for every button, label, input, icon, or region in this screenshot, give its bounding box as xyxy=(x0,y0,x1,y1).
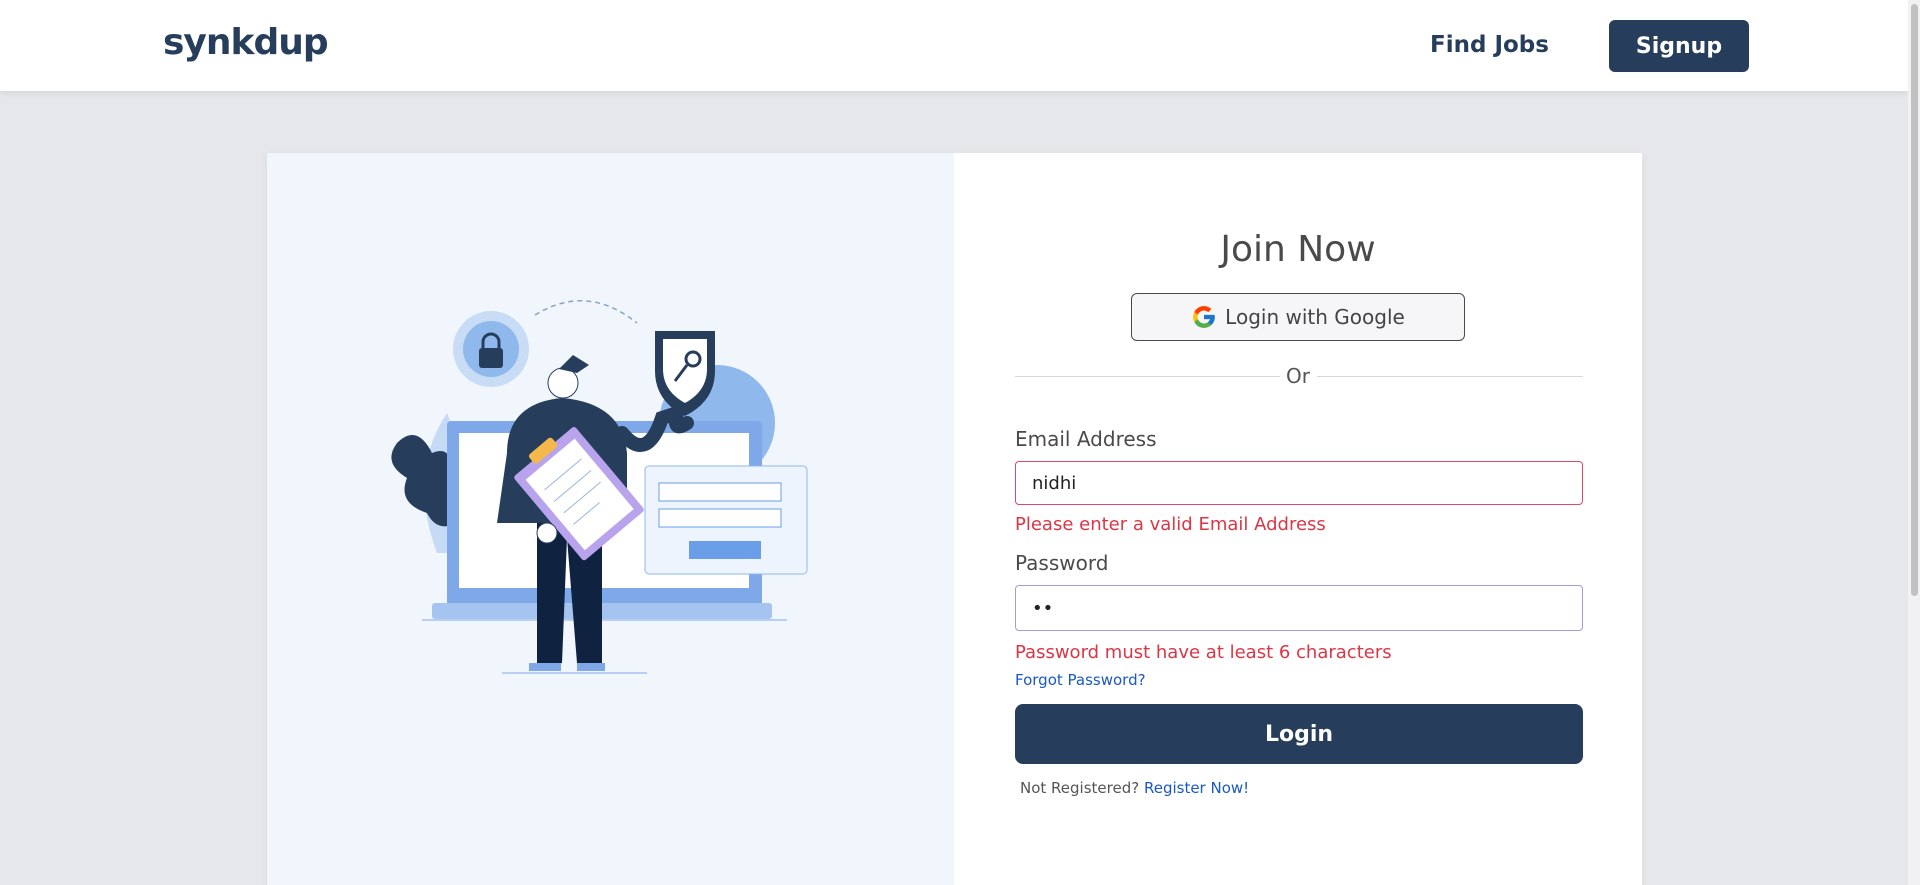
password-error-text: Password must have at least 6 characters xyxy=(1015,642,1392,663)
divider-right xyxy=(1317,376,1583,377)
not-registered-text: Not Registered? xyxy=(1020,779,1140,797)
scrollbar-thumb[interactable] xyxy=(1911,4,1918,596)
password-input[interactable] xyxy=(1015,585,1583,631)
login-with-google-button[interactable]: Login with Google xyxy=(1131,293,1465,341)
find-jobs-link[interactable]: Find Jobs xyxy=(1430,32,1549,58)
security-login-illustration xyxy=(391,300,808,674)
email-label: Email Address xyxy=(1015,427,1157,451)
password-label: Password xyxy=(1015,551,1109,575)
page-title: Join Now xyxy=(1220,229,1376,270)
login-card: Join Now Login with Google Or Email Addr… xyxy=(267,153,1642,885)
illustration-panel xyxy=(267,153,954,885)
signup-button[interactable]: Signup xyxy=(1609,20,1749,72)
email-error-text: Please enter a valid Email Address xyxy=(1015,514,1326,535)
google-button-label: Login with Google xyxy=(1225,305,1405,329)
synkdup-logo[interactable]: synkdup xyxy=(163,22,329,63)
register-prompt: Not Registered? Register Now! xyxy=(1020,779,1249,797)
login-button[interactable]: Login xyxy=(1015,704,1583,764)
register-now-link[interactable]: Register Now! xyxy=(1144,779,1249,797)
forgot-password-link[interactable]: Forgot Password? xyxy=(1015,671,1146,689)
top-navbar: synkdup Find Jobs Signup xyxy=(0,0,1908,91)
email-input[interactable] xyxy=(1015,461,1583,505)
login-form-panel: Join Now Login with Google Or Email Addr… xyxy=(954,153,1642,885)
google-icon xyxy=(1193,306,1216,328)
